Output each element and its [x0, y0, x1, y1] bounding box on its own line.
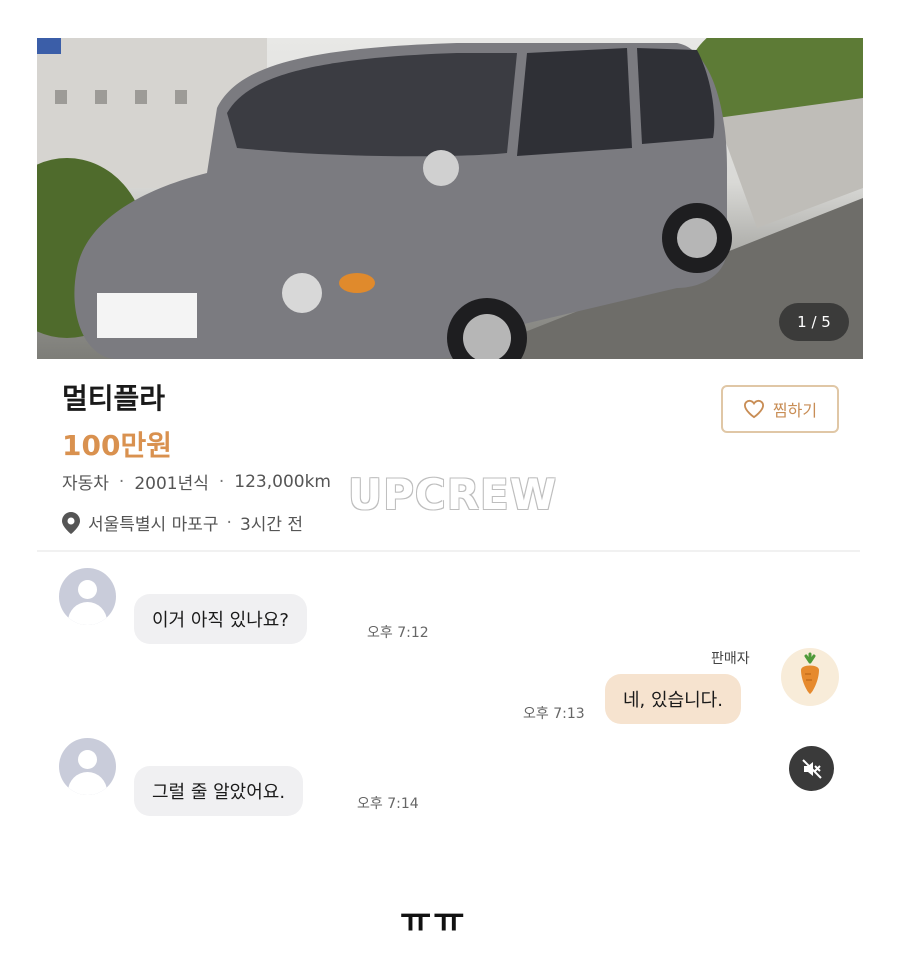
- separator-dot: ·: [218, 471, 225, 492]
- separator-dot: ·: [226, 512, 232, 533]
- car-image: [37, 38, 863, 359]
- listing-year: 2001년식: [134, 474, 209, 494]
- listing-photo[interactable]: 1 / 5: [37, 38, 863, 359]
- separator-dot: ·: [118, 471, 125, 492]
- carrot-icon: [801, 652, 819, 694]
- message-time: 오후 7:13: [523, 706, 585, 722]
- buyer-avatar: [59, 568, 116, 625]
- chat-bubble-outgoing: 네, 있습니다.: [605, 674, 741, 724]
- seller-avatar: [781, 648, 839, 706]
- heart-icon: [743, 399, 764, 419]
- seller-label: 판매자: [711, 651, 750, 667]
- location-pin-icon: [62, 511, 80, 534]
- listing-location: 서울특별시 마포구 · 3시간 전: [62, 510, 303, 535]
- message-time: 오후 7:14: [357, 796, 419, 812]
- listing-price: 100만원: [62, 429, 172, 462]
- mute-button[interactable]: [789, 746, 834, 791]
- buyer-avatar: [59, 738, 116, 795]
- listing-mileage: 123,000km: [234, 471, 331, 492]
- location-area: 서울특별시 마포구: [88, 515, 219, 535]
- posted-time: 3시간 전: [239, 515, 304, 535]
- speaker-muted-icon: [801, 758, 822, 779]
- watermark: UPCREW: [348, 470, 558, 519]
- listing-meta: 자동차 · 2001년식 · 123,000km: [62, 469, 331, 495]
- photo-counter: 1 / 5: [779, 303, 849, 341]
- listing-title: 멀티플라: [62, 382, 166, 415]
- favorite-label: 찜하기: [772, 401, 818, 420]
- caption: ㅠㅠ: [400, 901, 467, 941]
- message-time: 오후 7:12: [367, 625, 429, 641]
- chat-bubble-incoming: 그럴 줄 알았어요.: [134, 766, 304, 816]
- favorite-button[interactable]: 찜하기: [721, 385, 839, 433]
- listing-category: 자동차: [62, 474, 109, 494]
- chat-bubble-incoming: 이거 아직 있나요?: [134, 594, 307, 644]
- divider: [37, 550, 860, 552]
